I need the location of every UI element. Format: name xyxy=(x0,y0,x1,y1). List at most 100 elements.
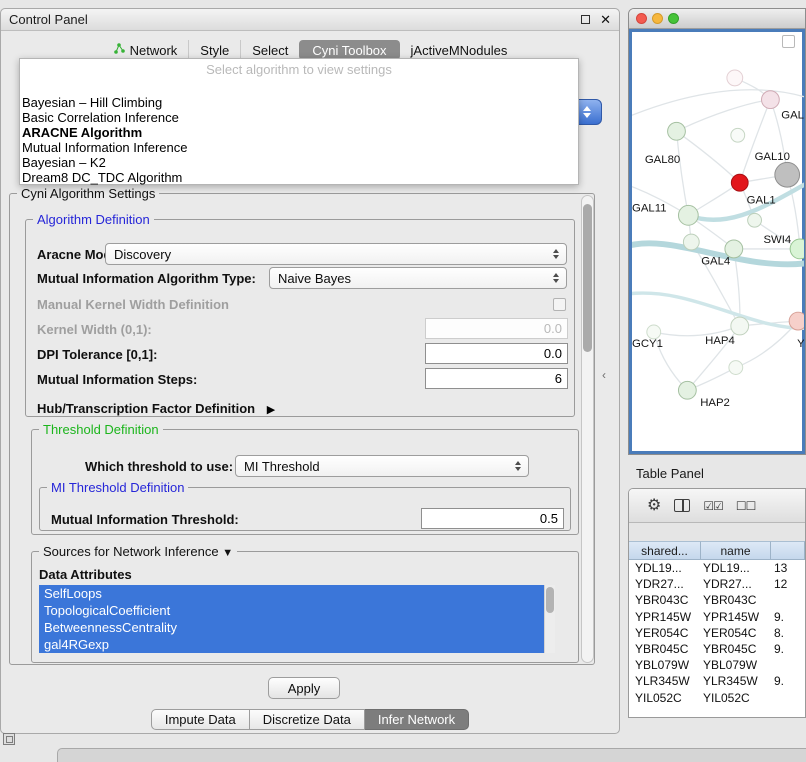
table-row[interactable]: YIL052C YIL052C xyxy=(629,690,805,706)
float-window-icon[interactable] xyxy=(581,15,590,24)
select-arrows-icon xyxy=(515,461,528,471)
table-panel-window: ⚙ ☑☑ ☐☐ shared... name YDL19... YDL19...… xyxy=(628,488,806,718)
aracne-mode-select[interactable]: Discovery xyxy=(105,243,567,265)
column-header-name[interactable]: name xyxy=(701,541,771,560)
table-row[interactable]: YBR045C YBR045C 9. xyxy=(629,641,805,657)
node-label-gal11: GAL11 xyxy=(632,202,667,214)
dropdown-item-bayesian-k2[interactable]: Bayesian – K2 xyxy=(20,155,578,170)
tab-cyni-toolbox-label: Cyni Toolbox xyxy=(312,43,386,58)
sources-label: Sources for Network Inference xyxy=(43,544,219,559)
network-canvas[interactable]: GAL8 GAL80 GAL10 GAL11 GAL1 SWI4 GAL4 GC… xyxy=(629,29,805,454)
settings-scrollbar[interactable] xyxy=(581,195,594,663)
bottom-tabs: Impute Data Discretize Data Infer Networ… xyxy=(1,709,619,730)
attributes-scrollbar-thumb[interactable] xyxy=(546,587,554,613)
tab-cyni-toolbox[interactable]: Cyni Toolbox xyxy=(299,40,399,60)
combobox-down-arrow-icon xyxy=(583,113,591,118)
node-hap2 xyxy=(678,381,696,399)
minimize-button[interactable] xyxy=(652,13,663,24)
node xyxy=(683,234,699,250)
close-window-icon[interactable]: ✕ xyxy=(600,13,611,26)
table-row[interactable]: YDR27... YDR27... 12 xyxy=(629,576,805,592)
attribute-item-gal4rgexp[interactable]: gal4RGexp xyxy=(39,636,544,653)
dropdown-item-dream8[interactable]: Dream8 DC_TDC Algorithm xyxy=(20,170,578,185)
node-label-gcy1: GCY1 xyxy=(632,338,663,350)
mi-algorithm-type-value: Naive Bayes xyxy=(270,271,553,286)
mi-threshold-label: Mutual Information Threshold: xyxy=(51,512,239,527)
cyni-algorithm-settings-label: Cyni Algorithm Settings xyxy=(17,186,159,201)
sources-section[interactable]: Sources for Network Inference ▼ xyxy=(39,544,237,559)
column-header-cut[interactable] xyxy=(771,541,805,560)
dropdown-item-mutual-information[interactable]: Mutual Information Inference xyxy=(20,140,578,155)
cell: YBL079W xyxy=(629,658,701,672)
table-row[interactable]: YDL19... YDL19... 13 xyxy=(629,560,805,576)
collapsed-arrow-icon: ▶ xyxy=(267,403,275,416)
bottom-panel-edge xyxy=(57,748,806,762)
apply-button[interactable]: Apply xyxy=(268,677,340,699)
network-view-window: GAL8 GAL80 GAL10 GAL11 GAL1 SWI4 GAL4 GC… xyxy=(628,8,806,455)
mi-threshold-input[interactable] xyxy=(421,508,564,529)
close-button[interactable] xyxy=(636,13,647,24)
dropdown-item-aracne[interactable]: ARACNE Algorithm xyxy=(20,125,578,140)
dropdown-item-bayesian-hill-climbing[interactable]: Bayesian – Hill Climbing xyxy=(20,95,578,110)
minimized-panel-icon[interactable] xyxy=(3,733,15,745)
node-gcy1 xyxy=(647,325,661,339)
tab-select[interactable]: Select xyxy=(240,40,299,60)
select-arrows-icon xyxy=(553,249,566,259)
mi-steps-input[interactable] xyxy=(425,368,568,389)
zoom-button[interactable] xyxy=(668,13,679,24)
node-swi4 xyxy=(790,239,804,259)
manual-kernel-width-label: Manual Kernel Width Definition xyxy=(37,297,229,312)
node xyxy=(789,312,804,330)
hub-transcription-factor-section[interactable]: Hub/Transcription Factor Definition ▶ xyxy=(37,401,275,416)
table-header: shared... name xyxy=(629,541,805,560)
settings-scrollbar-thumb[interactable] xyxy=(583,204,592,352)
tab-jactivemodules[interactable]: jActiveMNodules xyxy=(400,40,519,60)
tab-style[interactable]: Style xyxy=(188,40,240,60)
mi-algorithm-type-select[interactable]: Naive Bayes xyxy=(269,267,567,289)
table-row[interactable]: YER054C YER054C 8. xyxy=(629,625,805,641)
attribute-item-selfloops[interactable]: SelfLoops xyxy=(39,585,544,602)
aracne-mode-value: Discovery xyxy=(106,247,553,262)
dropdown-items: Bayesian – Hill Climbing Basic Correlati… xyxy=(20,95,578,185)
cell: YPR145W xyxy=(629,610,701,624)
control-panel-window: Control Panel ✕ Network Sty xyxy=(0,8,620,734)
mi-algorithm-type-label: Mutual Information Algorithm Type: xyxy=(37,271,256,286)
table-row[interactable]: YPR145W YPR145W 9. xyxy=(629,609,805,625)
birdseye-toggle-button[interactable] xyxy=(782,35,795,48)
node-gal10-selected xyxy=(731,174,748,191)
attribute-item-topologicalcoefficient[interactable]: TopologicalCoefficient xyxy=(39,602,544,619)
expanded-arrow-icon: ▼ xyxy=(222,547,233,559)
table-gap xyxy=(629,523,805,541)
cell: 9. xyxy=(771,642,805,656)
panel-sash-handle[interactable]: ‹ xyxy=(602,368,606,382)
cell: YBR043C xyxy=(629,593,701,607)
table-row[interactable]: YBL079W YBL079W xyxy=(629,657,805,673)
select-all-icon[interactable]: ☑☑ xyxy=(703,499,723,513)
node-label-gal4: GAL4 xyxy=(701,256,730,268)
attribute-item-betweennesscentrality[interactable]: BetweennessCentrality xyxy=(39,619,544,636)
tab-infer-network[interactable]: Infer Network xyxy=(365,709,469,730)
cell: YBR045C xyxy=(629,642,701,656)
gear-icon[interactable]: ⚙ xyxy=(647,498,661,514)
which-threshold-select[interactable]: MI Threshold xyxy=(235,455,529,477)
node-gal1 xyxy=(748,213,762,227)
cell: YER054C xyxy=(701,626,771,640)
manual-kernel-width-checkbox[interactable] xyxy=(553,298,566,311)
tab-network-label: Network xyxy=(130,43,178,58)
column-header-shared-name[interactable]: shared... xyxy=(629,541,701,560)
columns-icon[interactable] xyxy=(674,499,690,512)
tab-network[interactable]: Network xyxy=(102,40,189,60)
attributes-scrollbar[interactable] xyxy=(544,585,555,653)
hub-transcription-factor-label: Hub/Transcription Factor Definition xyxy=(37,401,255,416)
tab-discretize-data[interactable]: Discretize Data xyxy=(250,709,365,730)
tab-impute-data[interactable]: Impute Data xyxy=(151,709,250,730)
cell: 12 xyxy=(771,577,805,591)
network-node-labels: GAL8 GAL80 GAL10 GAL11 GAL1 SWI4 GAL4 GC… xyxy=(632,109,804,409)
table-row[interactable]: YBR043C YBR043C xyxy=(629,592,805,608)
cell: 8. xyxy=(771,626,805,640)
select-arrows-icon xyxy=(553,273,566,283)
table-row[interactable]: YLR345W YLR345W 9. xyxy=(629,673,805,689)
deselect-all-icon[interactable]: ☐☐ xyxy=(736,499,756,513)
dropdown-item-basic-correlation[interactable]: Basic Correlation Inference xyxy=(20,110,578,125)
dpi-tolerance-input[interactable] xyxy=(425,343,568,364)
